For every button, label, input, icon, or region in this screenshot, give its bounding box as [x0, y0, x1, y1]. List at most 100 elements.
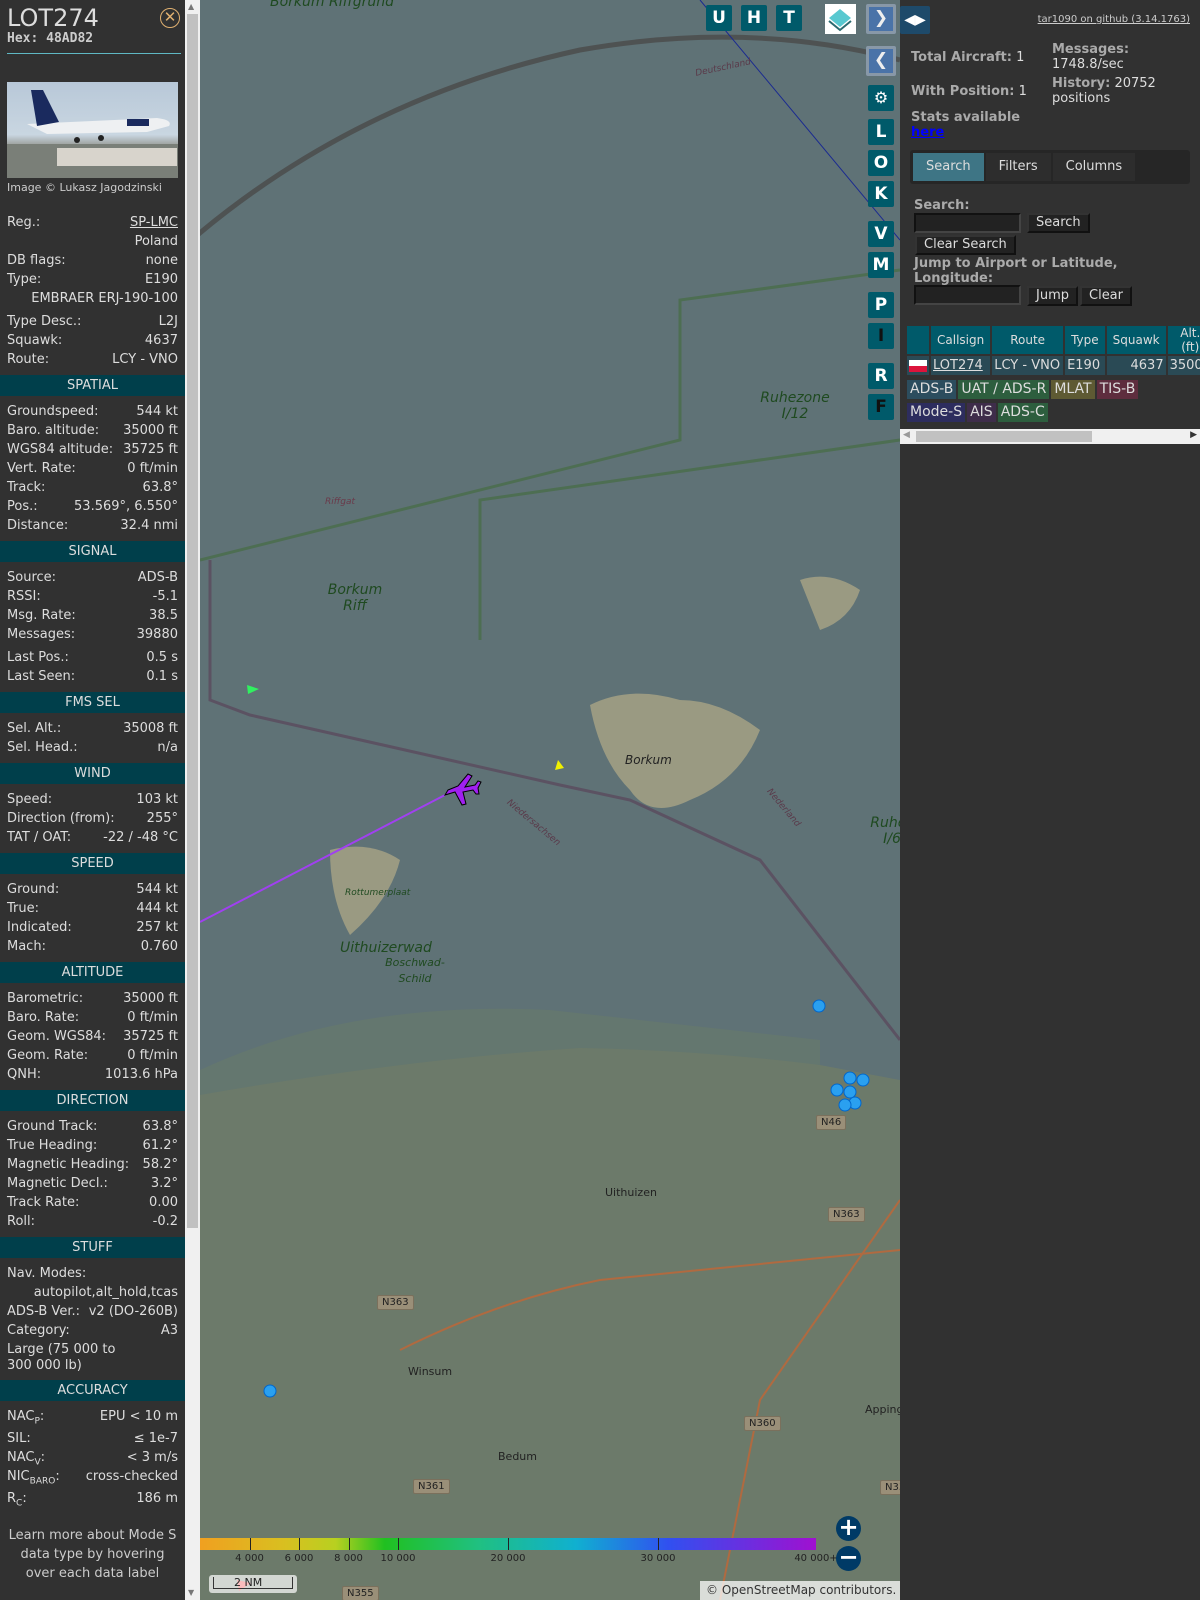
- info-label[interactable]: Messages:: [7, 625, 75, 644]
- jump-input[interactable]: [914, 285, 1021, 305]
- stats-link[interactable]: here: [911, 125, 944, 140]
- info-label[interactable]: RSSI:: [7, 587, 41, 606]
- registration-link[interactable]: SP-LMC: [130, 215, 178, 230]
- info-value: 35000 ft: [123, 991, 178, 1006]
- info-label[interactable]: Roll:: [7, 1212, 35, 1231]
- info-label[interactable]: Barometric:: [7, 989, 83, 1008]
- info-label[interactable]: NACV:: [7, 1448, 45, 1468]
- info-label[interactable]: Vert. Rate:: [7, 459, 76, 478]
- info-label[interactable]: Magnetic Decl.:: [7, 1174, 108, 1193]
- info-row: RSSI: -5.1: [7, 587, 178, 606]
- map-button-r[interactable]: R: [868, 363, 894, 389]
- info-label[interactable]: Sel. Head.:: [7, 738, 78, 757]
- info-label[interactable]: Indicated:: [7, 918, 72, 937]
- info-label[interactable]: Magnetic Heading:: [7, 1155, 129, 1174]
- info-label[interactable]: NICBARO:: [7, 1467, 60, 1489]
- zoom-in-button[interactable]: +: [836, 1515, 861, 1541]
- callsign-link[interactable]: LOT274: [933, 358, 983, 373]
- clear-button[interactable]: Clear: [1080, 286, 1132, 306]
- map-button-m[interactable]: M: [868, 252, 894, 278]
- info-label[interactable]: SIL:: [7, 1429, 31, 1448]
- close-icon[interactable]: ✕: [160, 8, 180, 28]
- info-label[interactable]: NACP:: [7, 1407, 44, 1429]
- column-header-route[interactable]: Route: [992, 326, 1064, 354]
- info-row: Nav. Modes:: [7, 1264, 178, 1283]
- clear-search-button[interactable]: Clear Search: [915, 235, 1016, 255]
- search-button[interactable]: Search: [1027, 213, 1090, 233]
- info-label[interactable]: Nav. Modes:: [7, 1264, 86, 1283]
- info-label[interactable]: Speed:: [7, 790, 52, 809]
- info-value: 35008 ft: [123, 721, 178, 736]
- layers-icon[interactable]: [825, 4, 856, 34]
- info-value: 257 kt: [136, 920, 178, 935]
- source-badge: AIS: [967, 403, 996, 422]
- osm-link[interactable]: OpenStreetMap: [722, 1583, 816, 1597]
- map-button-v[interactable]: V: [868, 221, 894, 247]
- stats-label: Stats available: [911, 110, 1021, 125]
- info-label[interactable]: Pos.:: [7, 497, 38, 516]
- toggle-sidebar-icon[interactable]: ◀▶: [900, 6, 930, 34]
- column-header-flag[interactable]: [907, 326, 929, 354]
- sidebar-scrollbar[interactable]: ▲ ▼: [185, 0, 200, 1600]
- info-label[interactable]: Ground Track:: [7, 1117, 97, 1136]
- map-button-k[interactable]: K: [868, 181, 894, 207]
- tab-search[interactable]: Search: [913, 153, 984, 181]
- column-header-callsign[interactable]: Callsign: [931, 326, 991, 354]
- map-button-u[interactable]: U: [706, 5, 732, 31]
- info-label[interactable]: Distance:: [7, 516, 68, 535]
- info-value: ADS-B: [137, 570, 178, 585]
- info-label[interactable]: True Heading:: [7, 1136, 97, 1155]
- table-horizontal-scrollbar[interactable]: ◀ ▶: [900, 429, 1200, 444]
- aircraft-photo[interactable]: [7, 82, 178, 178]
- map-button-t[interactable]: T: [776, 5, 802, 31]
- info-label[interactable]: Geom. Rate:: [7, 1046, 88, 1065]
- info-label[interactable]: Baro. altitude:: [7, 421, 99, 440]
- info-label[interactable]: Geom. WGS84:: [7, 1027, 106, 1046]
- info-label[interactable]: Track Rate:: [7, 1193, 79, 1212]
- map[interactable]: Borkum Riffgrund Borkum Riff Ruhezone I/…: [200, 0, 900, 1600]
- search-input[interactable]: [914, 213, 1021, 233]
- map-button-p[interactable]: P: [868, 292, 894, 318]
- info-label[interactable]: Mach:: [7, 937, 46, 956]
- column-header-altitude[interactable]: Alt. (ft): [1167, 326, 1200, 354]
- map-button-h[interactable]: H: [741, 5, 767, 31]
- info-label[interactable]: Last Pos.:: [7, 648, 69, 667]
- tab-columns[interactable]: Columns: [1052, 153, 1136, 181]
- tab-filters[interactable]: Filters: [985, 153, 1051, 181]
- map-button-f[interactable]: F: [868, 394, 894, 420]
- settings-gear-icon[interactable]: ⚙: [868, 85, 894, 111]
- info-label[interactable]: Baro. Rate:: [7, 1008, 79, 1027]
- collapse-left-icon[interactable]: ❮: [866, 46, 896, 76]
- info-label[interactable]: Msg. Rate:: [7, 606, 76, 625]
- map-button-i[interactable]: I: [868, 323, 894, 349]
- map-button-l[interactable]: L: [868, 119, 894, 145]
- info-label[interactable]: True:: [7, 899, 39, 918]
- expand-right-icon[interactable]: ❯: [866, 4, 896, 34]
- info-row: ADS-B Ver.: v2 (DO-260B): [7, 1302, 178, 1321]
- column-header-type[interactable]: Type: [1065, 326, 1105, 354]
- info-label[interactable]: Ground:: [7, 880, 59, 899]
- info-label[interactable]: QNH:: [7, 1065, 41, 1084]
- info-label[interactable]: WGS84 altitude:: [7, 440, 113, 459]
- info-label[interactable]: ADS-B Ver.:: [7, 1302, 80, 1321]
- info-label[interactable]: RC:: [7, 1489, 27, 1509]
- info-label[interactable]: Sel. Alt.:: [7, 719, 61, 738]
- github-link[interactable]: tar1090 on github (3.14.1763): [1038, 14, 1190, 25]
- zoom-out-button[interactable]: −: [836, 1545, 861, 1571]
- column-header-squawk[interactable]: Squawk: [1106, 326, 1166, 354]
- total-aircraft-value: 1: [1016, 50, 1025, 65]
- squawk-cell: 4637: [1106, 356, 1166, 375]
- with-position-label: With Position:: [911, 84, 1015, 99]
- table-row[interactable]: LOT274 LCY - VNO E190 4637 35000: [907, 356, 1200, 375]
- info-row: TAT / OAT: -22 / -48 °C: [7, 828, 178, 847]
- info-label[interactable]: Direction (from):: [7, 809, 115, 828]
- info-label[interactable]: Category:: [7, 1321, 70, 1340]
- jump-button[interactable]: Jump: [1027, 286, 1078, 306]
- info-label[interactable]: Groundspeed:: [7, 402, 98, 421]
- info-label[interactable]: Source:: [7, 568, 56, 587]
- info-label[interactable]: TAT / OAT:: [7, 828, 71, 847]
- map-button-o[interactable]: O: [868, 150, 894, 176]
- info-label[interactable]: Last Seen:: [7, 667, 75, 686]
- info-label[interactable]: Track:: [7, 478, 45, 497]
- info-row: True: 444 kt: [7, 899, 178, 918]
